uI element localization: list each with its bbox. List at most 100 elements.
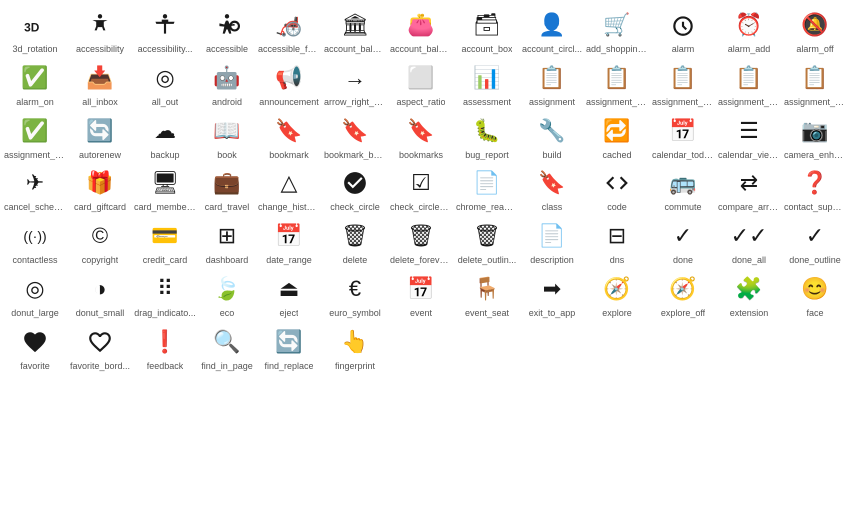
delete_forever-label: delete_foreve... [390,255,452,266]
icon-cell-accessible[interactable]: accessible [198,4,256,57]
icon-cell-extension[interactable]: 🧩extension [716,268,782,321]
icon-cell-android[interactable]: 🤖android [198,57,256,110]
icon-cell-donut_small[interactable]: ◑donut_small [68,268,132,321]
icon-cell-account_balance_wallet[interactable]: 👛account_balan... [388,4,454,57]
icon-cell-autorenew[interactable]: 🔄autorenew [68,110,132,163]
cancel_schedule_send-label: cancel_schedu... [4,202,66,213]
icon-cell-accessible_forward[interactable]: 🦽accessible_fo... [256,4,322,57]
icon-cell-arrow_right_alt[interactable]: →arrow_right_a... [322,57,388,110]
icon-cell-bookmarks[interactable]: 🔖bookmarks [388,110,454,163]
icon-cell-book[interactable]: 📖book [198,110,256,163]
icon-cell-assignment_returned[interactable]: 📋assignment_re... [782,57,848,110]
icon-cell-face[interactable]: 😊face [782,268,848,321]
icon-cell-donut_large[interactable]: ◎donut_large [2,268,68,321]
card_giftcard-label: card_giftcard [74,202,126,213]
icon-cell-cancel_schedule_send[interactable]: ✈cancel_schedu... [2,162,68,215]
icon-cell-camera_enhance[interactable]: 📷camera_enhanc... [782,110,848,163]
icon-cell-card_giftcard[interactable]: 🎁card_giftcard [68,162,132,215]
icon-cell-chrome_reader_mode[interactable]: 📄chrome_reader... [454,162,520,215]
icon-cell-card_membership[interactable]: 🖥card_membersh... [132,162,198,215]
icon-cell-assignment_late[interactable]: 📋assignment_la... [650,57,716,110]
icon-cell-description[interactable]: 📄description [520,215,584,268]
calendar_today-label: calendar_toda... [652,150,714,161]
icon-cell-assessment[interactable]: 📊assessment [454,57,520,110]
icon-cell-done_all[interactable]: ✓✓done_all [716,215,782,268]
icon-cell-done[interactable]: ✓done [650,215,716,268]
accessible-label: accessible [206,44,248,55]
icon-cell-drag_indicator[interactable]: ⠿drag_indicato... [132,268,198,321]
icon-cell-fingerprint[interactable]: 👆fingerprint [322,321,388,374]
icon-cell-all_out[interactable]: ◎all_out [132,57,198,110]
icon-cell-3d_rotation[interactable]: 3D3d_rotation [2,4,68,57]
icon-cell-bug_report[interactable]: 🐛bug_report [454,110,520,163]
icon-cell-account_balance[interactable]: 🏛account_balan... [322,4,388,57]
icon-cell-bookmark_border[interactable]: 🔖bookmark_bord... [322,110,388,163]
icon-cell-bookmark[interactable]: 🔖bookmark [256,110,322,163]
icon-cell-feedback[interactable]: ❗feedback [132,321,198,374]
icon-cell-exit_to_app[interactable]: ➡exit_to_app [520,268,584,321]
event-label: event [410,308,432,319]
icon-cell-explore[interactable]: 🧭explore [584,268,650,321]
icon-cell-compare_arrows[interactable]: ⇄compare_arrow... [716,162,782,215]
icon-cell-date_range[interactable]: 📅date_range [256,215,322,268]
icon-cell-build[interactable]: 🔧build [520,110,584,163]
icon-cell-favorite[interactable]: favorite [2,321,68,374]
icon-cell-eject[interactable]: ⏏eject [256,268,322,321]
icon-cell-change_history[interactable]: △change_histor... [256,162,322,215]
icon-cell-accessibility_new[interactable]: accessibility... [132,4,198,57]
bookmark_border-label: bookmark_bord... [324,150,386,161]
icon-cell-all_inbox[interactable]: 📥all_inbox [68,57,132,110]
icon-cell-code[interactable]: code [584,162,650,215]
icon-cell-assignment[interactable]: 📋assignment [520,57,584,110]
icon-cell-delete_forever[interactable]: 🗑delete_foreve... [388,215,454,268]
icon-cell-check_circle_outline[interactable]: ☑check_circle_... [388,162,454,215]
icon-cell-dashboard[interactable]: ⊞dashboard [198,215,256,268]
icon-cell-assignment_return[interactable]: 📋assignment_re... [716,57,782,110]
icon-cell-delete_outline[interactable]: 🗑delete_outlin... [454,215,520,268]
icon-cell-explore_off[interactable]: 🧭explore_off [650,268,716,321]
icon-cell-alarm_on[interactable]: ✅alarm_on [2,57,68,110]
icon-cell-alarm_off[interactable]: 🔕alarm_off [782,4,848,57]
find_in_page-label: find_in_page [201,361,253,372]
cached-icon: 🔁 [603,114,630,148]
icon-cell-event[interactable]: 📅event [388,268,454,321]
icon-cell-class[interactable]: 🔖class [520,162,584,215]
icon-cell-find_in_page[interactable]: 🔍find_in_page [198,321,256,374]
icon-cell-calendar_view_day[interactable]: ☰calendar_view... [716,110,782,163]
icon-cell-assignment_ind[interactable]: 📋assignment_in... [584,57,650,110]
icon-cell-account_circle[interactable]: 👤account_circl... [520,4,584,57]
icon-cell-contactless[interactable]: ((·))contactless [2,215,68,268]
icon-cell-favorite_border[interactable]: favorite_bord... [68,321,132,374]
done-label: done [673,255,693,266]
icon-cell-calendar_today[interactable]: 📅calendar_toda... [650,110,716,163]
code-icon [604,166,630,200]
icon-cell-contact_support[interactable]: ❓contact_suppo... [782,162,848,215]
icon-cell-eco[interactable]: 🍃eco [198,268,256,321]
android-label: android [212,97,242,108]
icon-cell-find_replace[interactable]: 🔄find_replace [256,321,322,374]
icon-cell-add_shopping_cart[interactable]: 🛒add_shopping_... [584,4,650,57]
icon-cell-delete[interactable]: 🗑delete [322,215,388,268]
icon-cell-backup[interactable]: ☁backup [132,110,198,163]
icon-cell-account_box[interactable]: 🗃account_box [454,4,520,57]
accessible-icon [214,8,240,42]
assignment_returned-icon: 📋 [801,61,828,95]
icon-cell-commute[interactable]: 🚌commute [650,162,716,215]
icon-cell-accessibility[interactable]: accessibility [68,4,132,57]
icon-cell-card_travel[interactable]: 💼card_travel [198,162,256,215]
icon-cell-done_outline[interactable]: ✓done_outline [782,215,848,268]
icon-cell-euro_symbol[interactable]: €euro_symbol [322,268,388,321]
icon-cell-alarm[interactable]: alarm [650,4,716,57]
add_shopping_cart-label: add_shopping_... [586,44,648,55]
icon-cell-dns[interactable]: ⊟dns [584,215,650,268]
icon-cell-alarm_add[interactable]: ⏰alarm_add [716,4,782,57]
icon-cell-credit_card[interactable]: 💳credit_card [132,215,198,268]
icon-cell-copyright[interactable]: ©copyright [68,215,132,268]
explore-label: explore [602,308,632,319]
icon-cell-event_seat[interactable]: 🪑event_seat [454,268,520,321]
icon-cell-assignment_turned_in[interactable]: ✅assignment_tu... [2,110,68,163]
icon-cell-cached[interactable]: 🔁cached [584,110,650,163]
icon-cell-announcement[interactable]: 📢announcement [256,57,322,110]
icon-cell-aspect_ratio[interactable]: ⬜aspect_ratio [388,57,454,110]
icon-cell-check_circle[interactable]: check_circle [322,162,388,215]
